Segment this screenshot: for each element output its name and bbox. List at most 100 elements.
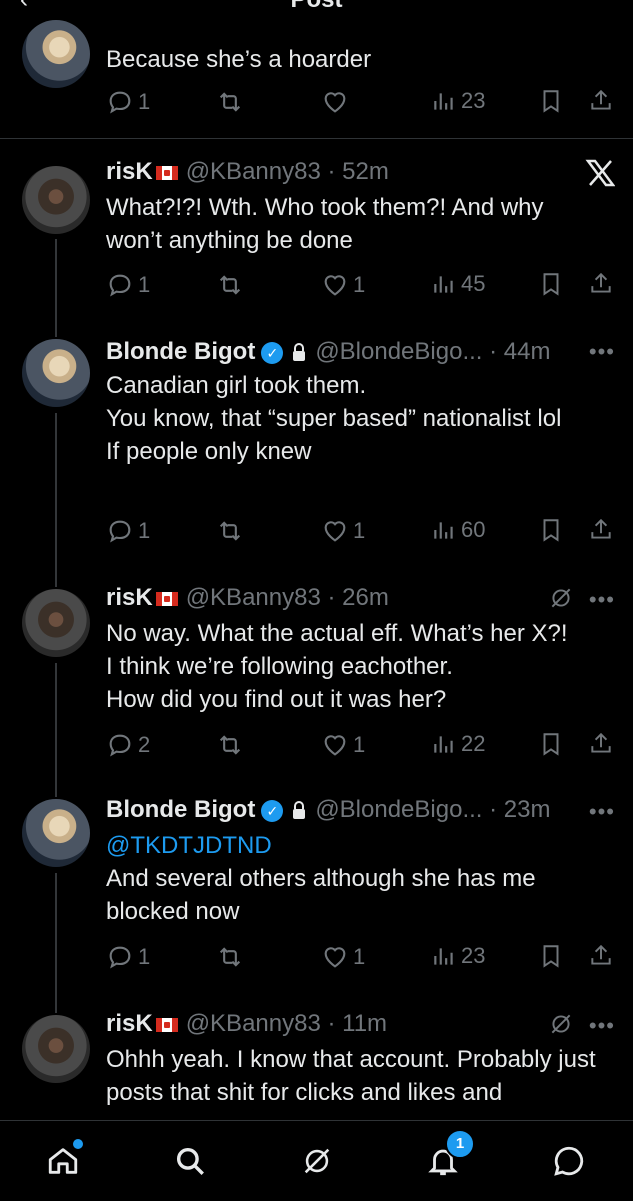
display-name[interactable]: risK (106, 1010, 153, 1037)
search-tab[interactable] (170, 1141, 210, 1181)
timestamp: 44m (503, 338, 551, 365)
avatar[interactable] (22, 1015, 90, 1083)
action-bar: 1 1 45 (106, 271, 616, 301)
home-icon (48, 1148, 78, 1174)
thread-line (55, 873, 57, 997)
action-bar: 1 23 (106, 88, 616, 118)
post-text: No way. What the actual eff. What’s her … (106, 620, 568, 713)
grok-tab-icon (300, 1144, 334, 1178)
verified-icon: ✓ (261, 341, 284, 364)
thread-line (55, 663, 57, 787)
home-unread-dot (73, 1139, 83, 1149)
share-button[interactable] (588, 943, 614, 969)
reply-button[interactable]: 1 (106, 517, 150, 545)
repost-button[interactable] (216, 517, 244, 545)
reply-button[interactable]: 1 (106, 943, 150, 971)
reply-button[interactable]: 1 (106, 88, 150, 116)
avatar[interactable] (22, 799, 90, 867)
more-icon[interactable]: ••• (589, 587, 615, 613)
reply-button[interactable]: 2 (106, 731, 150, 759)
display-name[interactable]: risK (106, 158, 153, 185)
notifications-tab[interactable]: 1 (423, 1129, 475, 1181)
share-button[interactable] (588, 271, 614, 297)
like-button[interactable]: 1 (321, 517, 365, 545)
grok-icon[interactable] (548, 1011, 574, 1037)
post-text: @TKDTJDTND And several others although s… (106, 829, 606, 928)
grok-tab[interactable] (297, 1141, 337, 1181)
more-icon[interactable]: ••• (589, 339, 615, 365)
more-icon[interactable]: ••• (589, 1013, 615, 1039)
handle[interactable]: @KBanny83 (186, 584, 321, 611)
bookmark-button[interactable] (538, 731, 564, 757)
verified-icon: ✓ (261, 799, 284, 822)
bottom-tab-bar: 1 (0, 1120, 633, 1201)
display-name[interactable]: Blonde Bigot (106, 338, 255, 365)
action-bar: 1 1 60 (106, 517, 616, 547)
like-button[interactable] (321, 88, 349, 116)
bookmark-button[interactable] (538, 271, 564, 297)
thread-line (55, 569, 57, 587)
lock-icon (293, 342, 306, 361)
thread-line (55, 997, 57, 1013)
mention-link[interactable]: @TKDTJDTND (106, 829, 606, 862)
post-5[interactable]: risK @KBanny83 · 11m ••• Ohhh yeah. I kno… (0, 997, 633, 1120)
share-button[interactable] (588, 517, 614, 543)
repost-button[interactable] (216, 943, 244, 971)
timestamp: 11m (342, 1010, 388, 1037)
post-text: What?!?! Wth. Who took them?! And why wo… (106, 194, 544, 254)
avatar[interactable] (22, 339, 90, 407)
notifications-badge: 1 (445, 1129, 475, 1159)
thread-line (55, 329, 57, 337)
post-header: Blonde Bigot ✓ @BlondeBigo... · 44m (106, 338, 551, 365)
handle[interactable]: @KBanny83 (186, 158, 321, 185)
post-header: risK @KBanny83 · 11m (106, 1010, 388, 1037)
post-text: Ohhh yeah. I know that account. Probably… (106, 1046, 596, 1106)
post-4[interactable]: Blonde Bigot ✓ @BlondeBigo... · 23m ••• @T… (0, 787, 633, 997)
views-button[interactable]: 45 (431, 271, 485, 297)
repost-button[interactable] (216, 271, 244, 299)
avatar[interactable] (22, 166, 90, 234)
post-1[interactable]: risK @KBanny83 · 52m What?!?! Wth. Who to… (0, 139, 633, 329)
handle[interactable]: @BlondeBigo... (315, 796, 482, 823)
more-icon[interactable]: ••• (589, 799, 615, 825)
canada-flag-icon (155, 1017, 178, 1032)
repost-button[interactable] (216, 731, 244, 759)
avatar[interactable] (22, 20, 90, 88)
views-button[interactable]: 23 (431, 943, 485, 969)
views-button[interactable]: 22 (431, 731, 485, 757)
avatar[interactable] (22, 589, 90, 657)
bookmark-button[interactable] (538, 88, 564, 114)
lock-icon (293, 800, 306, 819)
display-name[interactable]: Blonde Bigot (106, 796, 255, 823)
canada-flag-icon (155, 165, 178, 180)
repost-button[interactable] (216, 88, 244, 116)
reply-button[interactable]: 1 (106, 271, 150, 299)
handle[interactable]: @BlondeBigo... (315, 338, 482, 365)
post-2[interactable]: Blonde Bigot ✓ @BlondeBigo... · 44m ••• Ca… (0, 329, 633, 569)
messages-icon (554, 1146, 584, 1176)
post-0[interactable]: Because she’s a hoarder 1 23 (0, 0, 633, 138)
bookmark-button[interactable] (538, 943, 564, 969)
handle[interactable]: @KBanny83 (186, 1010, 321, 1037)
post-text: Canadian girl took them. You know, that … (106, 372, 562, 465)
share-button[interactable] (588, 88, 614, 114)
home-tab[interactable] (43, 1139, 83, 1181)
views-button[interactable]: 60 (431, 517, 485, 543)
thread-line (55, 239, 57, 329)
thread-line (55, 413, 57, 569)
grok-icon[interactable] (548, 585, 574, 611)
messages-tab[interactable] (549, 1141, 589, 1181)
views-button[interactable]: 23 (431, 88, 485, 114)
display-name[interactable]: risK (106, 584, 153, 611)
thread-line (55, 787, 57, 797)
post-3[interactable]: risK @KBanny83 · 26m ••• No way. What the… (0, 569, 633, 787)
like-button[interactable]: 1 (321, 271, 365, 299)
like-button[interactable]: 1 (321, 731, 365, 759)
post-header: Blonde Bigot ✓ @BlondeBigo... · 23m (106, 796, 551, 823)
search-icon (176, 1147, 204, 1175)
like-button[interactable]: 1 (321, 943, 365, 971)
timestamp: 23m (503, 796, 551, 823)
action-bar: 1 1 23 (106, 943, 616, 973)
share-button[interactable] (588, 731, 614, 757)
bookmark-button[interactable] (538, 517, 564, 543)
